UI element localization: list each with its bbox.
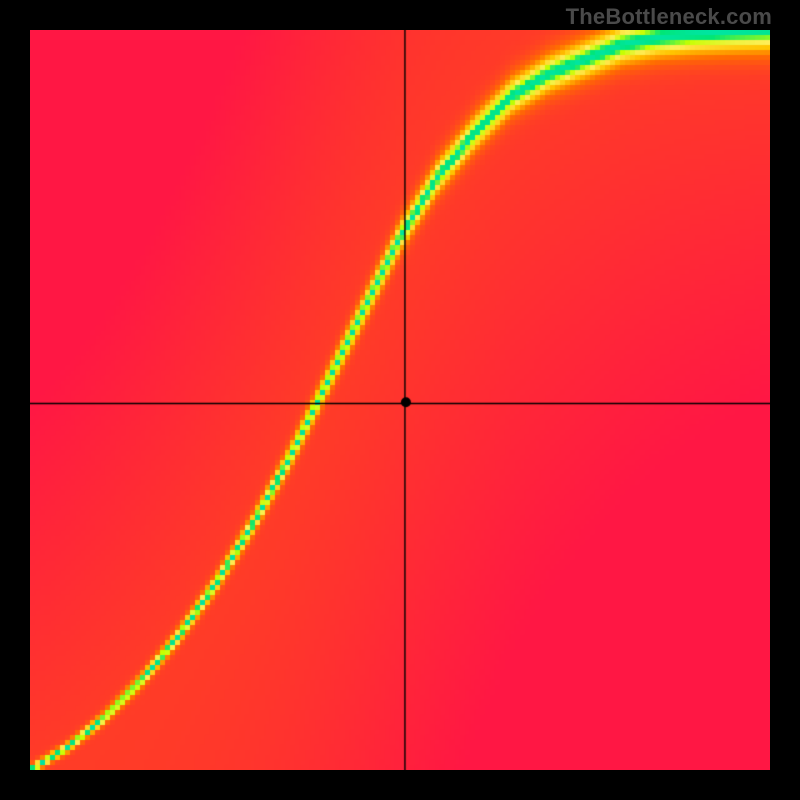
watermark-text: TheBottleneck.com: [566, 4, 772, 30]
heatmap-canvas: [30, 30, 770, 770]
plot-area: [30, 30, 770, 770]
chart-frame: TheBottleneck.com: [0, 0, 800, 800]
